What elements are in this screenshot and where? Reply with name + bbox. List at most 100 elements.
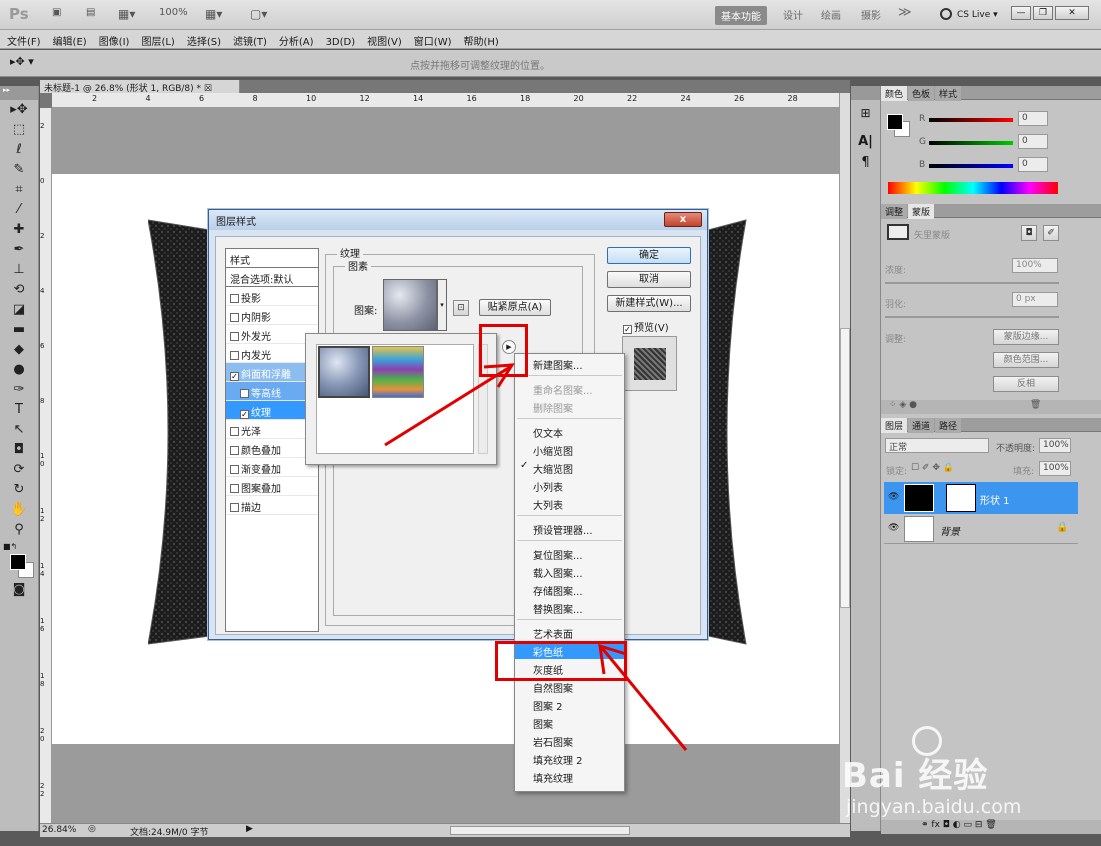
status-zoom-icon[interactable]: ◎ <box>88 824 96 834</box>
workspace-essentials[interactable]: 基本功能 <box>715 6 767 25</box>
tab-styles[interactable]: 样式 <box>935 86 962 101</box>
restore-button[interactable]: ❐ <box>1033 6 1053 20</box>
crop-tool-icon[interactable]: ⌗ <box>4 180 34 200</box>
opacity-value[interactable]: 100% <box>1039 438 1071 453</box>
pattern-swatch[interactable] <box>383 279 437 331</box>
menu-file[interactable]: 文件(F) <box>0 30 46 48</box>
marquee-tool-icon[interactable]: ⬚ <box>4 120 34 140</box>
workspace-painting[interactable]: 绘画 <box>815 5 847 24</box>
minimize-button[interactable]: — <box>1011 6 1031 20</box>
create-preset-icon[interactable]: ⊡ <box>453 300 469 316</box>
pixel-mask-icon[interactable]: ◘ <box>1021 225 1037 241</box>
menu-window[interactable]: 窗口(W) <box>407 30 457 48</box>
menu-item[interactable]: 大列表 <box>515 494 624 512</box>
menu-item[interactable]: 艺术表面 <box>515 623 624 641</box>
menu-item[interactable]: 载入图案... <box>515 562 624 580</box>
fill-value[interactable]: 100% <box>1039 461 1071 476</box>
vertical-scroll-thumb[interactable] <box>840 328 850 608</box>
arrange-documents-icon[interactable]: ▦▾ <box>205 7 222 21</box>
paragraph-panel-icon[interactable]: ¶ <box>856 155 876 170</box>
healing-brush-tool-icon[interactable]: ✚ <box>4 220 34 240</box>
style-checkbox-icon[interactable] <box>230 427 239 436</box>
mini-bridge-icon[interactable]: ▤ <box>86 7 95 21</box>
tab-paths[interactable]: 路径 <box>935 418 962 433</box>
gradient-tool-icon[interactable]: ▬ <box>4 320 34 340</box>
quick-select-tool-icon[interactable]: ✎ <box>4 160 34 180</box>
pen-tool-icon[interactable]: ✑ <box>4 380 34 400</box>
style-checkbox-icon[interactable]: ✓ <box>240 410 249 419</box>
blue-slider[interactable] <box>929 164 1013 168</box>
menu-item[interactable]: ✓ 大缩览图 <box>515 458 624 476</box>
red-slider[interactable] <box>929 118 1013 122</box>
preview-checkbox[interactable]: ✓ 预览(V) <box>623 319 669 334</box>
menu-help[interactable]: 帮助(H) <box>457 30 504 48</box>
horizontal-scroll-thumb[interactable] <box>450 826 630 835</box>
3d-rotate-tool-icon[interactable]: ⟳ <box>4 460 34 480</box>
lock-icons[interactable]: ☐ ✐ ✥ 🔒 <box>911 463 954 473</box>
menu-select[interactable]: 选择(S) <box>180 30 226 48</box>
close-window-button[interactable]: ✕ <box>1055 6 1089 20</box>
workspace-photography[interactable]: 摄影 <box>855 5 887 24</box>
history-panel-icon[interactable]: ⊞ <box>856 106 876 120</box>
panel-foreground-swatch[interactable] <box>887 114 903 130</box>
menu-item[interactable]: 删除图案 <box>515 397 624 415</box>
layer-row-shape1[interactable]: 👁 形状 1 <box>884 482 1078 514</box>
document-tab[interactable]: 未标题-1 @ 26.8% (形状 1, RGB/8) * ☒ <box>40 80 240 94</box>
history-brush-tool-icon[interactable]: ⟲ <box>4 280 34 300</box>
style-item[interactable]: 图案叠加 <box>226 477 318 496</box>
menu-item[interactable]: 新建图案... <box>515 354 624 372</box>
default-colors-icon[interactable]: ■↰ <box>3 542 17 551</box>
blue-value[interactable]: 0 <box>1018 157 1048 172</box>
visibility-eye-icon[interactable]: 👁 <box>888 523 899 533</box>
feather-value[interactable]: 0 px <box>1012 292 1058 307</box>
view-extras-icon[interactable]: ▦▾ <box>118 7 135 21</box>
bridge-icon[interactable]: ▣ <box>52 7 61 21</box>
style-item[interactable]: 样式 <box>226 249 318 268</box>
menu-item[interactable]: 重命名图案... <box>515 379 624 397</box>
clone-stamp-tool-icon[interactable]: ⊥ <box>4 260 34 280</box>
style-checkbox-icon[interactable] <box>230 484 239 493</box>
style-checkbox-icon[interactable] <box>230 332 239 341</box>
density-value[interactable]: 100% <box>1012 258 1058 273</box>
menu-3d[interactable]: 3D(D) <box>319 34 361 48</box>
layer-row-background[interactable]: 👁 背景 🔒 <box>884 514 1078 544</box>
red-value[interactable]: 0 <box>1018 111 1048 126</box>
style-checkbox-icon[interactable] <box>230 503 239 512</box>
ok-button[interactable]: 确定 <box>607 247 691 264</box>
pattern-dropdown-icon[interactable]: ▾ <box>437 279 447 331</box>
menu-item[interactable]: 预设管理器... <box>515 519 624 537</box>
menu-image[interactable]: 图像(I) <box>92 30 135 48</box>
blend-mode-select[interactable]: 正常 <box>885 438 989 453</box>
style-item[interactable]: 内阴影 <box>226 306 318 325</box>
3d-orbit-tool-icon[interactable]: ↻ <box>4 480 34 500</box>
style-item[interactable]: 描边 <box>226 496 318 515</box>
style-checkbox-icon[interactable] <box>230 313 239 322</box>
workspace-design[interactable]: 设计 <box>777 5 809 24</box>
status-zoom[interactable]: 26.84% <box>42 825 76 835</box>
menu-item[interactable]: 复位图案... <box>515 544 624 562</box>
style-item[interactable]: 投影 <box>226 287 318 306</box>
menu-item[interactable]: 填充纹理 <box>515 767 624 785</box>
visibility-eye-icon[interactable]: 👁 <box>888 492 899 502</box>
snap-to-origin-button[interactable]: 贴紧原点(A) <box>479 299 551 316</box>
tab-layers[interactable]: 图层 <box>881 418 908 433</box>
hand-tool-icon[interactable]: ✋ <box>4 500 34 520</box>
vector-mask-icon[interactable]: ✐ <box>1043 225 1059 241</box>
move-tool-preset-icon[interactable]: ▸✥ ▾ <box>10 55 34 68</box>
feather-slider[interactable] <box>885 316 1059 318</box>
style-checkbox-icon[interactable] <box>230 465 239 474</box>
menu-item[interactable]: 存储图案... <box>515 580 624 598</box>
style-checkbox-icon[interactable] <box>230 351 239 360</box>
menu-item[interactable]: 仅文本 <box>515 422 624 440</box>
brush-tool-icon[interactable]: ✒ <box>4 240 34 260</box>
menu-filter[interactable]: 滤镜(T) <box>226 30 272 48</box>
cs-live-label[interactable]: CS Live ▾ <box>957 10 998 20</box>
style-checkbox-icon[interactable] <box>240 389 249 398</box>
shape-tool-icon[interactable]: ◘ <box>4 440 34 460</box>
green-slider[interactable] <box>929 141 1013 145</box>
type-tool-icon[interactable]: T <box>4 400 34 420</box>
new-style-button[interactable]: 新建样式(W)... <box>607 295 691 312</box>
dodge-tool-icon[interactable]: ● <box>4 360 34 380</box>
blur-tool-icon[interactable]: ◆ <box>4 340 34 360</box>
menu-item[interactable]: 替换图案... <box>515 598 624 616</box>
